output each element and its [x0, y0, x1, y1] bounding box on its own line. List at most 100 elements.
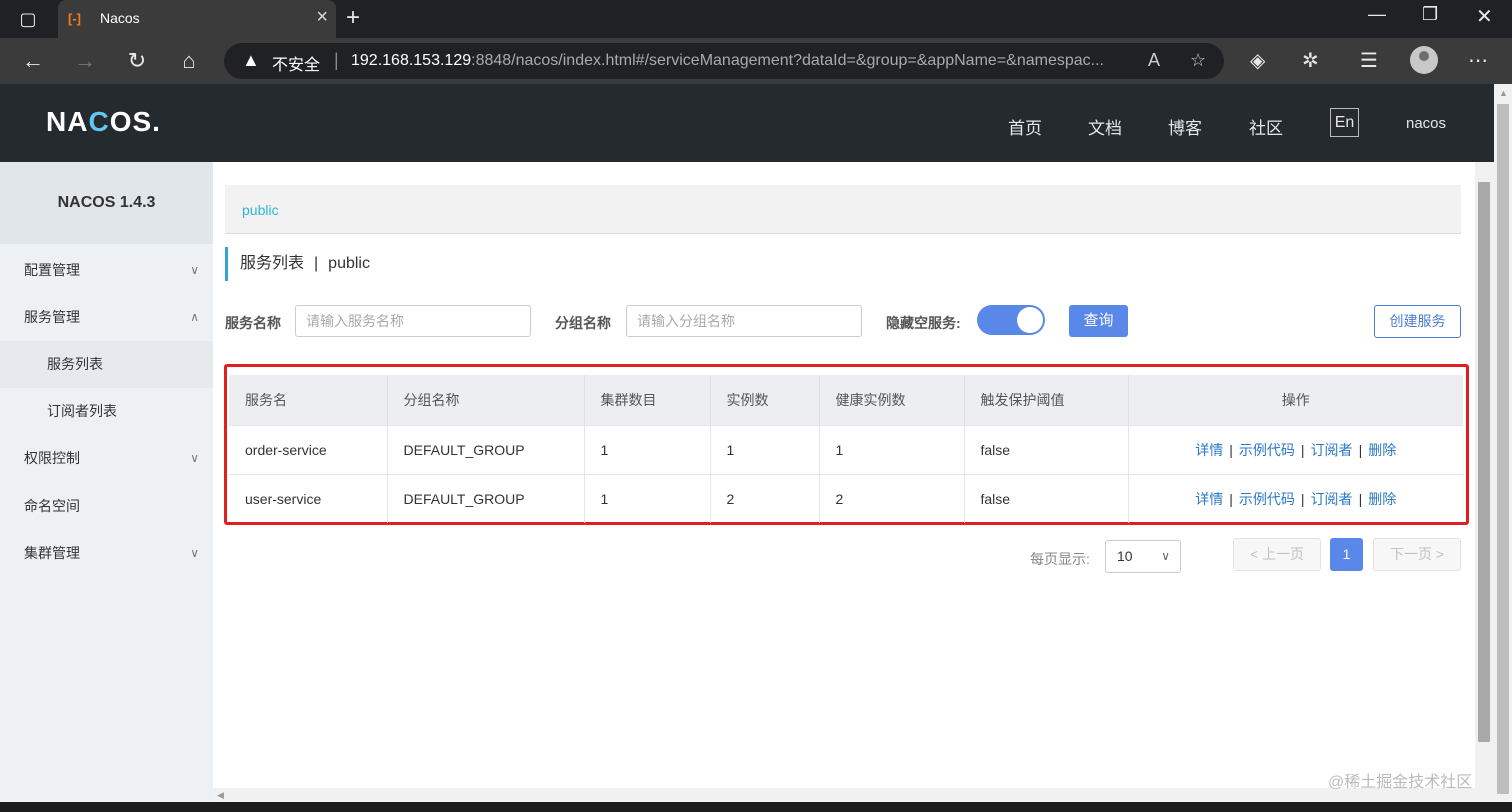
nacos-logo[interactable]: NACOS. — [46, 106, 161, 138]
delete-link[interactable]: 删除 — [1368, 491, 1396, 507]
content-scrollbar[interactable] — [1475, 162, 1494, 802]
forward-icon[interactable]: → — [70, 47, 100, 75]
tab-title: Nacos — [100, 10, 140, 26]
add-favorite-icon[interactable]: ☆ — [1190, 50, 1206, 71]
nav-home[interactable]: 首页 — [1008, 114, 1042, 139]
column-header[interactable]: 服务名 — [229, 375, 388, 425]
service-table-highlight: 服务名 分组名称 集群数目 实例数 健康实例数 触发保护阈值 操作 order-… — [224, 364, 1469, 525]
chevron-up-icon: ∧ — [190, 310, 199, 324]
column-header[interactable]: 分组名称 — [387, 375, 585, 425]
nav-blog[interactable]: 博客 — [1168, 114, 1202, 139]
service-name-label: 服务名称 — [225, 315, 281, 331]
app-header: NACOS. 首页 文档 博客 社区 En nacos — [0, 84, 1494, 162]
chevron-down-icon: ∨ — [190, 546, 199, 560]
column-header[interactable]: 触发保护阈值 — [964, 375, 1129, 425]
sample-code-link[interactable]: 示例代码 — [1239, 442, 1295, 458]
tab-actions-icon[interactable]: ▢ — [16, 0, 40, 38]
browser-tab-bar: ▢ [-] Nacos × + — ❐ ✕ — [0, 0, 1512, 38]
close-tab-icon[interactable]: × — [316, 6, 328, 29]
scroll-left-icon[interactable]: ◀ — [217, 790, 224, 801]
chevron-down-icon: ∨ — [190, 451, 199, 465]
new-tab-icon[interactable]: + — [346, 4, 360, 32]
service-name-cell: order-service — [229, 424, 388, 474]
user-name[interactable]: nacos — [1406, 115, 1446, 132]
sidebar-item-namespace[interactable]: 命名空间 — [0, 483, 213, 530]
scroll-up-icon[interactable]: ▲ — [1499, 88, 1508, 98]
group-name-input[interactable] — [626, 305, 862, 337]
main-content: public 服务列表|public 服务名称 分组名称 隐藏空服务: 查询 创… — [213, 162, 1475, 802]
page-scrollbar[interactable]: ▲ — [1494, 84, 1512, 802]
sample-code-link[interactable]: 示例代码 — [1239, 491, 1295, 507]
chevron-right-icon: > — [1431, 546, 1445, 562]
refresh-icon[interactable]: ↻ — [122, 47, 152, 75]
content-scrollbar-thumb[interactable] — [1478, 182, 1490, 742]
delete-link[interactable]: 删除 — [1368, 442, 1396, 458]
chevron-down-icon: ∨ — [1161, 549, 1170, 563]
sidebar-item-config[interactable]: 配置管理 ∨ — [0, 247, 213, 294]
detail-link[interactable]: 详情 — [1195, 491, 1223, 507]
per-page-select[interactable]: 10 ∨ — [1105, 540, 1181, 573]
prev-page-button[interactable]: < 上一页 — [1233, 538, 1321, 571]
query-button[interactable]: 查询 — [1069, 305, 1128, 337]
horizontal-scrollbar[interactable]: ◀ — [213, 788, 1475, 802]
next-page-button[interactable]: 下一页 > — [1373, 538, 1461, 571]
actions-cell: 详情 | 示例代码 | 订阅者 | 删除 — [1128, 424, 1463, 474]
column-header[interactable]: 集群数目 — [584, 375, 711, 425]
sidebar: NACOS 1.4.3 配置管理 ∨ 服务管理 ∧ 服务列表 订阅者列表 权限控制 ∨… — [0, 162, 213, 812]
extensions-icon[interactable]: ✲ — [1302, 48, 1319, 73]
healthy-count-cell: 1 — [819, 424, 965, 474]
group-name-cell: DEFAULT_GROUP — [387, 473, 585, 523]
instance-count-cell: 2 — [710, 473, 820, 523]
favorites-icon[interactable]: ☰ — [1360, 48, 1378, 73]
profile-avatar[interactable] — [1410, 46, 1438, 74]
actions-cell: 详情 | 示例代码 | 订阅者 | 删除 — [1128, 473, 1463, 523]
column-header: 操作 — [1128, 375, 1463, 425]
more-menu-icon[interactable]: ⋯ — [1468, 48, 1488, 73]
page-scrollbar-thumb[interactable] — [1497, 104, 1509, 794]
service-table: 服务名 分组名称 集群数目 实例数 健康实例数 触发保护阈值 操作 order-… — [229, 375, 1463, 523]
sidebar-item-auth[interactable]: 权限控制 ∨ — [0, 435, 213, 482]
version-title: NACOS 1.4.3 — [0, 162, 213, 244]
subscribers-link[interactable]: 订阅者 — [1311, 442, 1353, 458]
watermark: @稀土掘金技术社区 — [1328, 774, 1473, 791]
insecure-label[interactable]: 不安全 — [272, 51, 320, 75]
current-page-button[interactable]: 1 — [1330, 538, 1363, 571]
create-service-button[interactable]: 创建服务 — [1374, 305, 1461, 338]
language-switch-button[interactable]: En — [1330, 108, 1359, 137]
warning-icon[interactable]: ▲ — [242, 50, 260, 71]
hide-empty-label: 隐藏空服务: — [886, 315, 961, 331]
nacos-favicon-icon: [-] — [68, 11, 81, 26]
detail-link[interactable]: 详情 — [1195, 442, 1223, 458]
sidebar-item-service-list[interactable]: 服务列表 — [0, 341, 213, 388]
table-row: order-service DEFAULT_GROUP 1 1 1 false … — [229, 424, 1463, 474]
subscribers-link[interactable]: 订阅者 — [1311, 491, 1353, 507]
shield-extension-icon[interactable]: ◈ — [1250, 48, 1265, 73]
url-path: :8848/nacos/index.html#/serviceManagemen… — [471, 52, 1104, 69]
namespace-public-link[interactable]: public — [242, 202, 279, 218]
minimize-icon[interactable]: — — [1368, 4, 1386, 25]
url-host: 192.168.153.129 — [351, 52, 472, 69]
home-icon[interactable]: ⌂ — [174, 47, 204, 75]
close-window-icon[interactable]: ✕ — [1476, 4, 1493, 29]
sidebar-item-service[interactable]: 服务管理 ∧ — [0, 294, 213, 341]
healthy-count-cell: 2 — [819, 473, 965, 523]
taskbar — [0, 802, 1512, 812]
chevron-left-icon: < — [1249, 546, 1263, 562]
browser-toolbar: ← → ↻ ⌂ ▲ 不安全 | 192.168.153.129:8848/nac… — [0, 38, 1512, 84]
per-page-label: 每页显示: — [1030, 551, 1090, 567]
service-name-input[interactable] — [295, 305, 531, 337]
hide-empty-toggle[interactable] — [977, 305, 1045, 335]
column-header[interactable]: 健康实例数 — [819, 375, 965, 425]
group-name-label: 分组名称 — [555, 315, 611, 331]
back-icon[interactable]: ← — [18, 47, 48, 75]
browser-tab[interactable]: [-] Nacos × — [58, 0, 336, 38]
sidebar-item-subscribers[interactable]: 订阅者列表 — [0, 388, 213, 435]
address-bar[interactable]: ▲ 不安全 | 192.168.153.129:8848/nacos/index… — [224, 43, 1224, 79]
url-text[interactable]: 192.168.153.129:8848/nacos/index.html#/s… — [351, 52, 1131, 70]
read-aloud-icon[interactable]: A — [1148, 50, 1160, 71]
nav-docs[interactable]: 文档 — [1088, 114, 1122, 139]
nav-community[interactable]: 社区 — [1249, 114, 1283, 139]
restore-icon[interactable]: ❐ — [1422, 4, 1438, 25]
column-header[interactable]: 实例数 — [710, 375, 820, 425]
sidebar-item-cluster[interactable]: 集群管理 ∨ — [0, 530, 213, 577]
